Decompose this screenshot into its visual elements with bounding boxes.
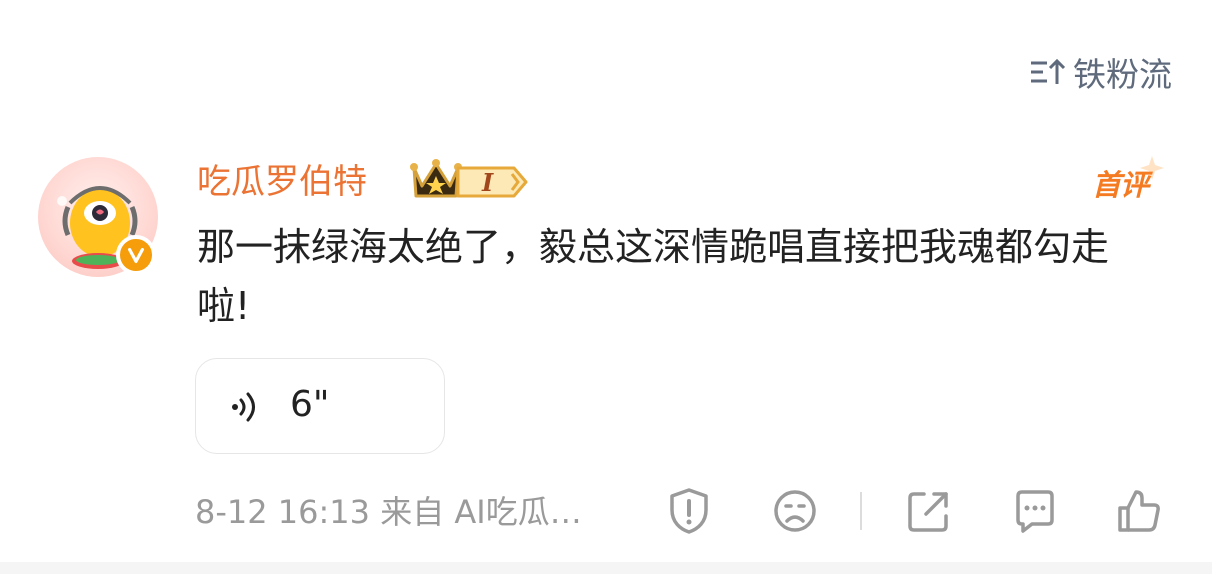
username[interactable]: 吃瓜罗伯特	[197, 160, 367, 204]
first-comment-tag: 首评	[1088, 152, 1168, 204]
share-button[interactable]	[902, 484, 956, 538]
share-icon	[908, 492, 948, 532]
first-comment-label: 首评	[1092, 168, 1149, 202]
verified-badge	[116, 235, 156, 275]
sort-label: 铁粉流	[1073, 55, 1172, 94]
level-badge: I	[456, 166, 528, 198]
comment-meta: 8-12 16:13 来自 AI吃瓜…	[195, 493, 582, 531]
voice-duration: 6"	[290, 384, 330, 425]
dislike-button[interactable]	[768, 484, 822, 538]
verified-v-icon	[127, 247, 145, 264]
avatar[interactable]	[38, 157, 158, 277]
voice-message[interactable]: 6"	[195, 358, 445, 454]
sort-toggle[interactable]: 铁粉流	[1029, 52, 1172, 94]
dislike-icon	[774, 490, 816, 532]
level-text: I	[481, 168, 494, 197]
like-button[interactable]	[1112, 484, 1166, 538]
report-button[interactable]	[662, 484, 716, 538]
reply-icon	[1016, 490, 1054, 533]
comment-text: 那一抹绿海太绝了，毅总这深情跪唱直接把我魂都勾走啦!	[197, 225, 1110, 328]
action-divider	[860, 492, 862, 530]
reply-button[interactable]	[1008, 484, 1062, 538]
like-icon	[1118, 490, 1160, 532]
bottom-separator	[0, 562, 1212, 574]
report-icon	[670, 488, 708, 534]
sort-icon	[1031, 58, 1065, 84]
voice-icon	[232, 392, 255, 422]
